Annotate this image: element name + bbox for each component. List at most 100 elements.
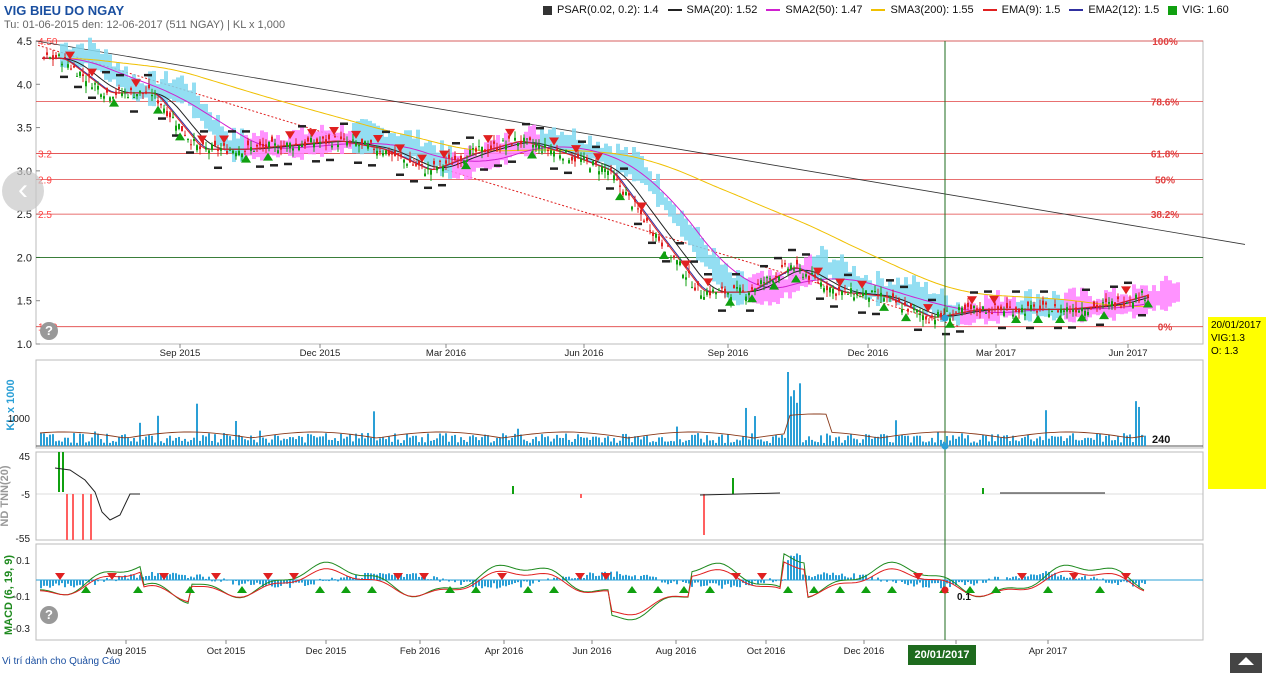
- candle-body: [1126, 302, 1128, 303]
- macd-histogram-bar: [1006, 577, 1008, 580]
- x-tick-label: Mar 2016: [426, 348, 466, 359]
- candle-body: [979, 308, 981, 312]
- volume-bar: [736, 440, 738, 446]
- sell-signal-marker: [1121, 286, 1131, 294]
- candle-body: [871, 290, 873, 292]
- legend-item[interactable]: VIG: 1.60: [1168, 4, 1228, 16]
- candle-body: [802, 277, 804, 278]
- candle-body: [283, 145, 285, 146]
- volume-bar: [178, 437, 180, 446]
- volume-bar: [1084, 438, 1086, 446]
- arrow-up-icon[interactable]: [1230, 653, 1262, 673]
- bottom-x-tick-label: Aug 2016: [656, 646, 697, 657]
- volume-bar: [604, 438, 606, 446]
- volume-bar: [811, 440, 813, 446]
- candle-body: [913, 309, 915, 311]
- candle-body: [736, 287, 738, 289]
- candle-body: [262, 144, 264, 147]
- macd-histogram-bar: [682, 580, 684, 582]
- macd-histogram-bar: [1111, 580, 1113, 584]
- macd-histogram-bar: [1027, 576, 1029, 580]
- macd-histogram-bar: [1060, 575, 1062, 580]
- volume-bar: [190, 440, 192, 446]
- macd-histogram-bar: [226, 580, 228, 581]
- macd-histogram-bar: [70, 580, 72, 586]
- candle-body: [655, 234, 657, 238]
- candle-body: [775, 276, 777, 277]
- volume-bar: [529, 443, 531, 446]
- candle-body: [91, 87, 93, 89]
- candle-body: [1033, 304, 1035, 306]
- candle-body: [994, 303, 996, 305]
- question-icon[interactable]: ?: [40, 606, 58, 624]
- macd-histogram-bar: [931, 580, 933, 583]
- cloud-segment: [476, 156, 480, 168]
- macd-histogram-bar: [454, 580, 456, 582]
- cloud-segment: [100, 54, 104, 72]
- volume-bar: [103, 443, 105, 446]
- volume-bar: [112, 441, 114, 446]
- macd-histogram-bar: [595, 576, 597, 580]
- candle-body: [718, 290, 720, 291]
- candle-body: [43, 57, 45, 58]
- buy-signal-marker: [659, 251, 669, 259]
- volume-bar: [1024, 437, 1026, 446]
- legend-item[interactable]: EMA2(12): 1.5: [1069, 4, 1159, 16]
- candle-body: [136, 94, 138, 96]
- psar-mark: [956, 330, 964, 333]
- legend-item[interactable]: EMA(9): 1.5: [983, 4, 1061, 16]
- ad-placeholder-link[interactable]: Vi trí dành cho Quảng Cáo: [2, 656, 120, 667]
- volume-bar: [352, 441, 354, 446]
- legend-item[interactable]: SMA3(200): 1.55: [871, 4, 973, 16]
- volume-bar: [316, 437, 318, 446]
- macd-histogram-bar: [823, 572, 825, 580]
- fib-left-label: 2.5: [38, 210, 52, 221]
- macd-histogram-bar: [205, 579, 207, 580]
- cloud-segment: [120, 70, 124, 87]
- macd-histogram-bar: [319, 579, 321, 580]
- candle-body: [313, 143, 315, 147]
- volume-bar: [250, 436, 252, 446]
- volume-bar: [970, 443, 972, 446]
- macd-histogram-bar: [136, 578, 138, 580]
- macd-histogram-bar: [253, 580, 255, 585]
- volume-bar: [148, 435, 150, 446]
- macd-histogram-bar: [1057, 576, 1059, 580]
- macd-histogram-bar: [178, 575, 180, 580]
- candle-body: [898, 299, 900, 301]
- legend-item[interactable]: SMA2(50): 1.47: [766, 4, 862, 16]
- volume-bar: [682, 442, 684, 446]
- cloud-segment: [820, 246, 824, 279]
- macd-histogram-bar: [514, 580, 516, 583]
- x-tick-label: Mar 2017: [976, 348, 1016, 359]
- volume-bar: [577, 434, 579, 446]
- volume-bar: [766, 441, 768, 446]
- legend-label: SMA3(200): 1.55: [890, 4, 973, 16]
- macd-histogram-bar: [202, 577, 204, 580]
- volume-bar: [1051, 436, 1053, 446]
- volume-bar: [565, 434, 567, 446]
- cloud-segment: [636, 152, 640, 181]
- macd-histogram-bar: [250, 580, 252, 585]
- volume-bar: [952, 435, 954, 446]
- legend-label: EMA2(12): 1.5: [1088, 4, 1159, 16]
- candle-body: [226, 151, 228, 154]
- macd-histogram-bar: [238, 580, 240, 585]
- macd-histogram-bar: [928, 580, 930, 588]
- volume-bar: [400, 443, 402, 446]
- chevron-left-icon[interactable]: ‹: [2, 170, 44, 212]
- macd-histogram-bar: [769, 578, 771, 580]
- volume-bar: [748, 439, 750, 446]
- cloud-segment: [204, 104, 208, 129]
- question-icon[interactable]: ?: [40, 322, 58, 340]
- macd-histogram-bar: [958, 580, 960, 582]
- tooltip-symbol: VIG:1.3: [1211, 332, 1263, 345]
- candle-body: [1096, 305, 1098, 308]
- legend-item[interactable]: PSAR(0.02, 0.2): 1.4: [543, 4, 659, 16]
- macd-histogram-bar: [637, 579, 639, 580]
- candle-body: [154, 93, 156, 94]
- volume-bar: [286, 439, 288, 446]
- psar-mark: [228, 130, 236, 133]
- legend-item[interactable]: SMA(20): 1.52: [668, 4, 758, 16]
- macd-histogram-bar: [379, 573, 381, 580]
